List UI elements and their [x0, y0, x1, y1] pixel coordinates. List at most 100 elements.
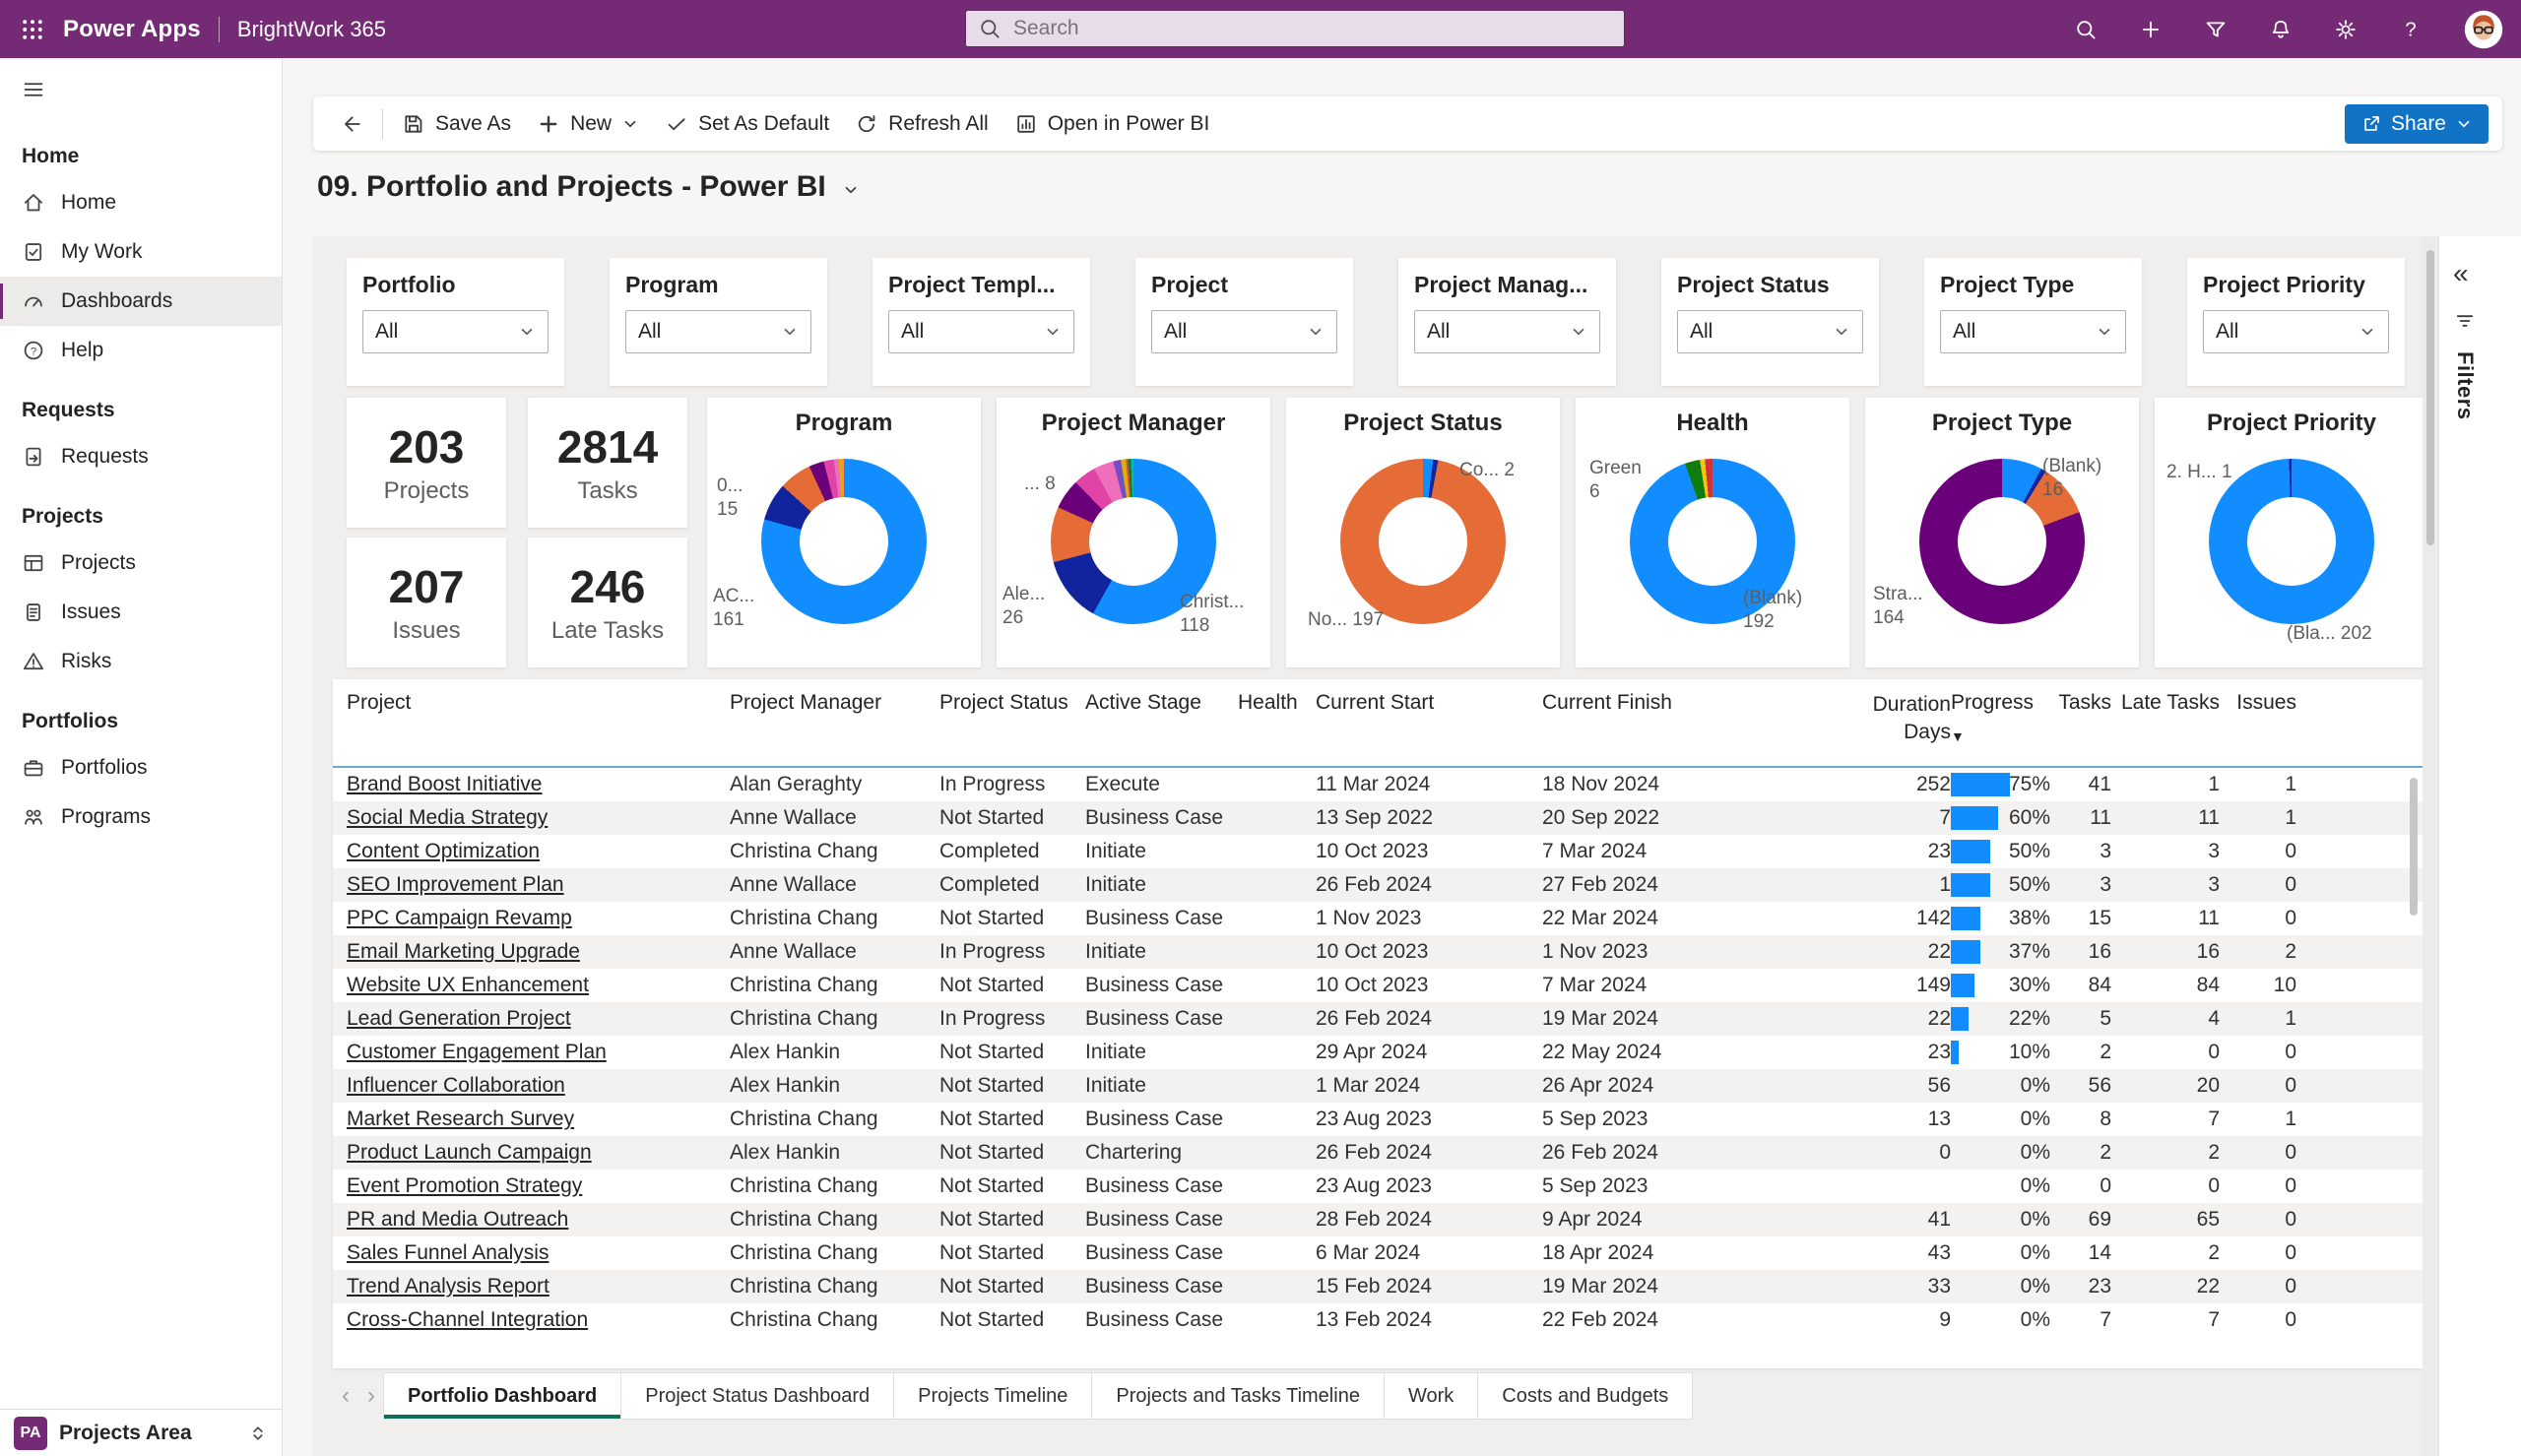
- chevron-down-icon[interactable]: [842, 181, 860, 199]
- sidebar-item-requests[interactable]: Requests: [0, 432, 282, 481]
- app-title: Power Apps: [63, 15, 201, 42]
- report-tab-work[interactable]: Work: [1383, 1372, 1479, 1420]
- tab-scroll-right[interactable]: ›: [358, 1372, 384, 1420]
- project-link[interactable]: PPC Campaign Revamp: [347, 907, 572, 929]
- back-button[interactable]: [327, 106, 376, 142]
- filter-dropdown[interactable]: All: [1940, 310, 2126, 353]
- table-row: SEO Improvement Plan Anne Wallace Complete…: [333, 868, 2423, 902]
- column-header-project-manager[interactable]: Project Manager: [730, 691, 939, 715]
- avatar[interactable]: [2464, 10, 2503, 49]
- column-header-project[interactable]: Project: [347, 691, 730, 715]
- project-link[interactable]: Sales Funnel Analysis: [347, 1241, 549, 1264]
- sidebar-item-my-work[interactable]: My Work: [0, 227, 282, 277]
- current-finish-cell: 22 Mar 2024: [1542, 907, 1658, 929]
- column-header-label: Tasks: [2058, 691, 2111, 714]
- sidebar-item-programs[interactable]: Programs: [0, 792, 282, 842]
- filter-dropdown[interactable]: All: [2203, 310, 2389, 353]
- search-icon[interactable]: [2074, 18, 2098, 41]
- project-link[interactable]: Customer Engagement Plan: [347, 1041, 607, 1063]
- sidebar-item-portfolios[interactable]: Portfolios: [0, 743, 282, 792]
- column-header-issues[interactable]: Issues: [2220, 691, 2296, 715]
- donut-ring[interactable]: [1340, 459, 1506, 624]
- column-header-duration-days[interactable]: Duration Days: [1778, 691, 1951, 747]
- table-scrollbar[interactable]: [2410, 778, 2418, 916]
- report-tab-projects-and-tasks-timeline[interactable]: Projects and Tasks Timeline: [1091, 1372, 1385, 1420]
- project-link[interactable]: Email Marketing Upgrade: [347, 940, 580, 963]
- project-link[interactable]: Trend Analysis Report: [347, 1275, 549, 1298]
- column-header-current-start[interactable]: Current Start: [1316, 691, 1542, 715]
- project-link[interactable]: SEO Improvement Plan: [347, 873, 564, 896]
- column-header-health[interactable]: Health: [1238, 691, 1316, 715]
- project-link[interactable]: Lead Generation Project: [347, 1007, 571, 1030]
- donut-ring[interactable]: [761, 459, 927, 624]
- project-link[interactable]: Cross-Channel Integration: [347, 1308, 588, 1331]
- set-as-default-button[interactable]: Set As Default: [652, 106, 842, 142]
- report-tab-project-status-dashboard[interactable]: Project Status Dashboard: [620, 1372, 895, 1420]
- project-link[interactable]: Social Media Strategy: [347, 806, 548, 829]
- project-status-cell: Completed: [939, 873, 1040, 896]
- column-header-current-finish[interactable]: Current Finish: [1542, 691, 1778, 715]
- filter-dropdown[interactable]: All: [1151, 310, 1337, 353]
- open-in-power-bi-button[interactable]: Open in Power BI: [1002, 106, 1223, 142]
- sidebar-item-dashboards[interactable]: Dashboards: [0, 277, 282, 326]
- filter-dropdown[interactable]: All: [888, 310, 1074, 353]
- filter-dropdown[interactable]: All: [1677, 310, 1863, 353]
- sidebar-item-risks[interactable]: Risks: [0, 637, 282, 686]
- search-input[interactable]: [1011, 16, 1612, 41]
- page-scrollbar-thumb[interactable]: [2426, 250, 2434, 545]
- project-link[interactable]: PR and Media Outreach: [347, 1208, 568, 1231]
- share-button[interactable]: Share: [2344, 103, 2489, 144]
- collapse-filters-button[interactable]: «: [2453, 258, 2521, 289]
- chevron-down-icon: [781, 323, 799, 341]
- filter-dropdown[interactable]: All: [1414, 310, 1600, 353]
- report-tab-portfolio-dashboard[interactable]: Portfolio Dashboard: [383, 1372, 622, 1420]
- report-tab-costs-and-budgets[interactable]: Costs and Budgets: [1477, 1372, 1694, 1420]
- filter-card-8: Project Priority All: [2187, 258, 2405, 386]
- filter-lines-icon[interactable]: [2453, 309, 2477, 333]
- new-button[interactable]: New: [524, 106, 652, 142]
- column-header-tasks[interactable]: Tasks: [2054, 691, 2111, 715]
- plus-icon[interactable]: [2139, 18, 2163, 41]
- notifications-bell-icon[interactable]: [2269, 18, 2293, 41]
- table-row: Trend Analysis Report Christina Chang Not …: [333, 1270, 2423, 1303]
- current-start-cell: 13 Sep 2022: [1316, 806, 1434, 829]
- sidebar-item-issues[interactable]: Issues: [0, 588, 282, 637]
- tab-scroll-left[interactable]: ‹: [333, 1372, 358, 1420]
- app-launcher-icon[interactable]: [20, 17, 45, 42]
- report-tab-projects-timeline[interactable]: Projects Timeline: [893, 1372, 1093, 1420]
- column-header-active-stage[interactable]: Active Stage: [1085, 691, 1238, 715]
- sidebar-item-home[interactable]: Home: [0, 178, 282, 227]
- filter-icon[interactable]: [2204, 18, 2228, 41]
- settings-gear-icon[interactable]: [2334, 18, 2358, 41]
- project-manager-cell: Christina Chang: [730, 1007, 878, 1030]
- project-link[interactable]: Brand Boost Initiative: [347, 773, 542, 795]
- help-question-icon[interactable]: ?: [2399, 18, 2423, 41]
- chevron-updown-icon: [248, 1424, 268, 1443]
- sort-indicator-icon[interactable]: ▼: [1951, 728, 2054, 744]
- project-status-cell: Not Started: [939, 1074, 1045, 1097]
- column-header-progress[interactable]: Progress ▼: [1951, 691, 2054, 744]
- main-content: Save As New Set As Default Refresh All O…: [283, 58, 2521, 1456]
- project-manager-cell: Alex Hankin: [730, 1141, 841, 1164]
- project-link[interactable]: Influencer Collaboration: [347, 1074, 565, 1097]
- filter-dropdown[interactable]: All: [362, 310, 549, 353]
- sidebar-item-projects[interactable]: Projects: [0, 538, 282, 588]
- area-switcher[interactable]: PA Projects Area: [0, 1409, 282, 1456]
- column-header-late-tasks[interactable]: Late Tasks: [2111, 691, 2220, 715]
- project-link[interactable]: Content Optimization: [347, 840, 540, 862]
- hamburger-menu-icon[interactable]: [22, 78, 45, 101]
- late-tasks-cell: 84: [2196, 974, 2220, 996]
- filter-label: Project Manag...: [1414, 272, 1588, 297]
- project-link[interactable]: Market Research Survey: [347, 1108, 574, 1130]
- column-header-project-status[interactable]: Project Status: [939, 691, 1085, 715]
- project-link[interactable]: Product Launch Campaign: [347, 1141, 592, 1164]
- filters-rail-label[interactable]: Filters: [2452, 351, 2478, 420]
- save-as-button[interactable]: Save As: [389, 106, 524, 142]
- sidebar-item-help[interactable]: ? Help: [0, 326, 282, 375]
- filter-dropdown[interactable]: All: [625, 310, 811, 353]
- search-box[interactable]: [965, 10, 1625, 47]
- project-link[interactable]: Event Promotion Strategy: [347, 1174, 582, 1197]
- project-link[interactable]: Website UX Enhancement: [347, 974, 589, 996]
- refresh-all-button[interactable]: Refresh All: [842, 106, 1002, 142]
- donut-ring[interactable]: [2209, 459, 2374, 624]
